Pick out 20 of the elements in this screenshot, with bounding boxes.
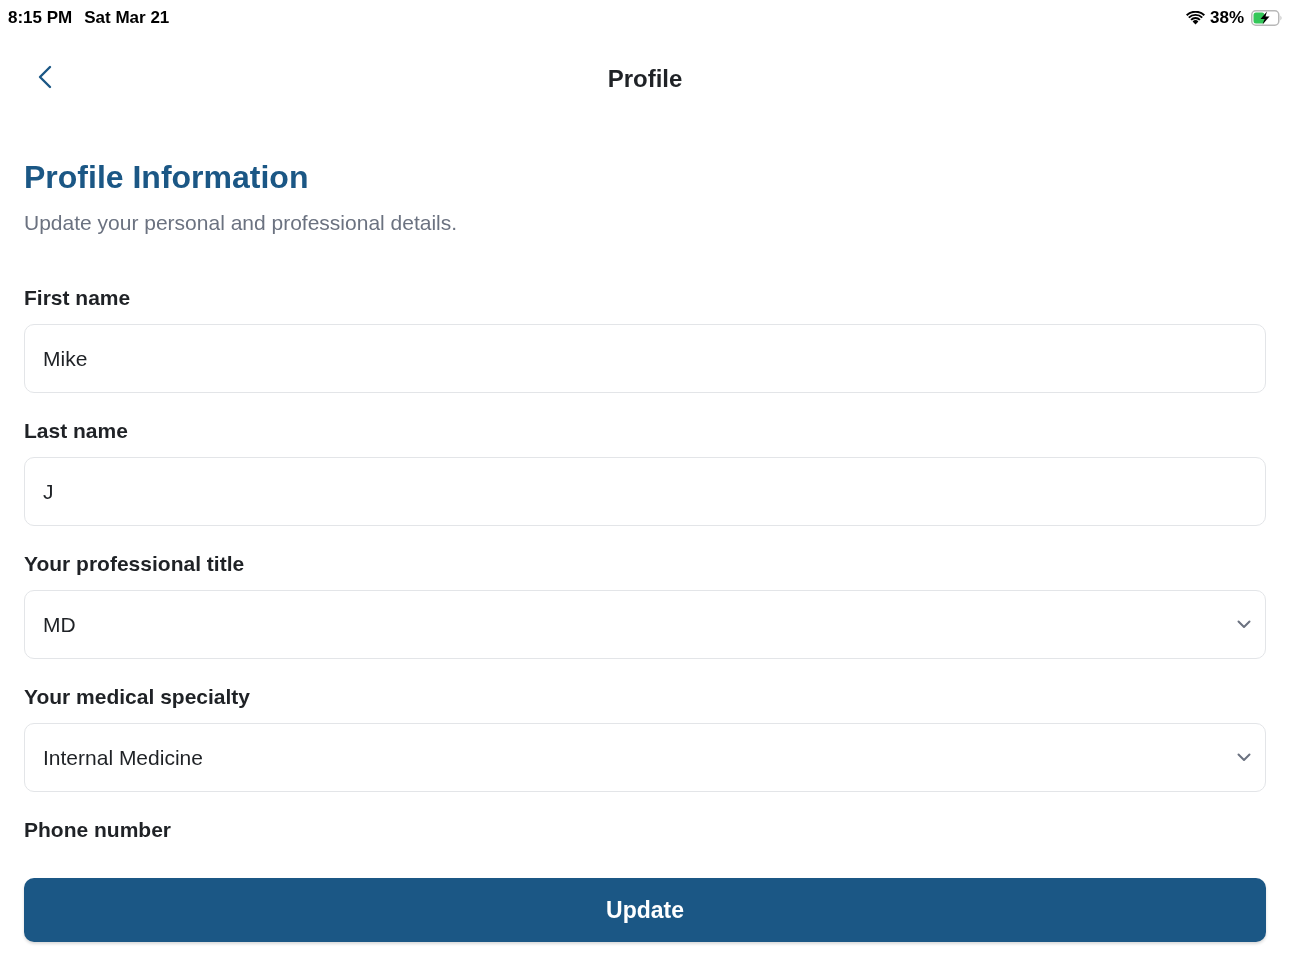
battery-percentage: 38%	[1209, 7, 1244, 29]
section-heading: Profile Information	[24, 158, 310, 197]
field-label: Phone number	[24, 817, 172, 843]
field-label: Last name	[24, 418, 129, 444]
text-field[interactable]: Mike	[24, 324, 1266, 393]
section-subtitle: Update your personal and professional details.	[24, 210, 459, 236]
dropdown-field[interactable]: MD	[24, 590, 1266, 659]
field-label: Your professional title	[24, 551, 246, 577]
chevron-down-icon	[1237, 753, 1251, 762]
status-date: Sat Mar 21	[84, 7, 170, 29]
dropdown-field[interactable]: Internal Medicine	[24, 723, 1266, 792]
update-button[interactable]: Update	[24, 878, 1266, 942]
wifi-icon	[1185, 11, 1205, 25]
chevron-down-icon	[1237, 620, 1251, 629]
text-field[interactable]: J	[24, 457, 1266, 526]
chevron-left-icon	[38, 65, 52, 89]
field-label: First name	[24, 285, 132, 311]
status-time: 8:15 PM	[8, 7, 73, 29]
field-label: Your medical specialty	[24, 684, 252, 710]
page-title: Profile	[607, 63, 683, 94]
